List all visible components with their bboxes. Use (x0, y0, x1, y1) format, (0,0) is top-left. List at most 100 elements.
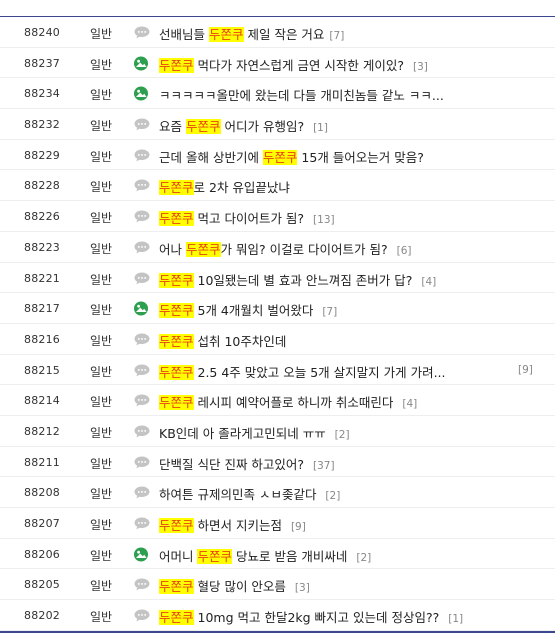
post-number: 88226 (24, 210, 60, 224)
list-item[interactable]: 88232 일반 요즘 두쫀쿠 어디가 유행임? [1] (0, 109, 555, 140)
comment-count[interactable]: [13] (313, 214, 335, 226)
post-title-link[interactable]: 근데 올해 상반기에 두쫀쿠 15개 들어오는거 맞음? (159, 147, 424, 166)
title-suffix: 혈당 많이 안오름 (193, 579, 290, 595)
list-item[interactable]: 88207 일반 두쫀쿠 하면서 지키는점 [9] (0, 508, 555, 539)
post-title-link[interactable]: 두쫀쿠 먹다가 자연스럽게 금연 시작한 게이있? [3] (159, 55, 428, 74)
title-prefix: 근데 올해 상반기에 (159, 149, 263, 165)
comment-count[interactable]: [3] (413, 61, 428, 73)
post-title-link[interactable]: 하여튼 규제의민족 ㅅㅂ좆같다 [2] (159, 484, 340, 503)
post-title-link[interactable]: 선배님들 두쫀쿠 제일 작은 거요 [7] (159, 24, 344, 43)
title-suffix: 2.5 4주 맞았고 오늘 5개 살지말지 가게 가려... (193, 364, 446, 380)
search-highlight: 두쫀쿠 (159, 579, 194, 595)
comment-count[interactable]: [37] (313, 460, 335, 472)
list-item[interactable]: 88208 일반 하여튼 규제의민족 ㅅㅂ좆같다 [2] (0, 477, 555, 508)
comment-count[interactable]: [2] (335, 429, 350, 441)
post-title-link[interactable]: 두쫀쿠 2.5 4주 맞았고 오늘 5개 살지말지 가게 가려... (159, 362, 446, 381)
comment-count[interactable]: [2] (356, 552, 371, 564)
list-item[interactable]: 88237 일반 두쫀쿠 먹다가 자연스럽게 금연 시작한 게이있? [3] (0, 48, 555, 79)
image-icon (133, 301, 151, 316)
title-prefix: 어머니 (159, 548, 198, 564)
post-title-link[interactable]: 어나 두쫀쿠가 뭐임? 이걸로 다이어트가 됨? [6] (159, 239, 412, 258)
comment-count[interactable]: [1] (313, 122, 328, 134)
list-item[interactable]: 88205 일반 두쫀쿠 혈당 많이 안오름 [3] (0, 569, 555, 601)
list-item[interactable]: 88226 일반 두쫀쿠 먹고 다이어트가 됨? [13] (0, 201, 555, 232)
search-highlight: 두쫀쿠 (197, 548, 232, 564)
search-highlight: 두쫀쿠 (159, 333, 194, 349)
list-item[interactable]: 88228 일반 두쫀쿠로 2차 유입끝났냐 (0, 170, 555, 202)
post-number: 88212 (24, 424, 60, 438)
comment-count[interactable]: [1] (448, 613, 463, 625)
post-number: 88202 (24, 609, 60, 623)
post-title-link[interactable]: 두쫀쿠 10mg 먹고 한달2kg 빠지고 있는데 정상임?? [1] (159, 607, 463, 626)
post-category: 일반 (90, 333, 113, 348)
speech-bubble-icon (133, 393, 151, 408)
post-number: 88229 (24, 148, 60, 162)
post-title-link[interactable]: ㅋㅋㅋㅋㅋ올만에 왔는데 다들 개미친놈들 같노 ㅋㅋ... (159, 85, 444, 104)
post-title-link[interactable]: 두쫀쿠로 2차 유입끝났냐 (159, 177, 290, 196)
post-title-link[interactable]: KB인데 아 졸라게고민되네 ㅠㅠ [2] (159, 423, 350, 442)
post-number: 88221 (24, 271, 60, 285)
comment-count[interactable]: [7] (322, 306, 337, 318)
post-number: 88208 (24, 486, 60, 500)
title-suffix: 섭취 10주차인데 (193, 333, 287, 349)
post-number: 88223 (24, 240, 60, 254)
post-category: 일반 (90, 119, 113, 134)
list-item[interactable]: 88240 일반 선배님들 두쫀쿠 제일 작은 거요 [7] (0, 17, 555, 48)
post-category: 일반 (90, 211, 113, 226)
post-title-link[interactable]: 요즘 두쫀쿠 어디가 유행임? [1] (159, 116, 328, 135)
title-suffix: 제일 작은 거요 (243, 27, 325, 42)
list-item[interactable]: 88216 일반 두쫀쿠 섭취 10주차인데 (0, 324, 555, 355)
title-prefix: 단백질 식단 진짜 하고있어? (159, 456, 309, 472)
post-title-link[interactable]: 두쫀쿠 5개 4개월치 벌어왔다 [7] (159, 300, 337, 319)
list-item[interactable]: 88234 일반 ㅋㅋㅋㅋㅋ올만에 왔는데 다들 개미친놈들 같노 ㅋㅋ... (0, 78, 555, 110)
title-suffix: 5개 4개월치 벌어왔다 (193, 303, 318, 319)
list-item[interactable]: 88206 일반 어머니 두쫀쿠 당뇨로 받음 개비싸네 [2] (0, 539, 555, 570)
post-list: 88240 일반 선배님들 두쫀쿠 제일 작은 거요 [7] 88237 일반 두쫀쿠 먹다… (0, 17, 555, 631)
speech-bubble-icon (133, 455, 151, 470)
search-highlight: 두쫀쿠 (159, 211, 194, 227)
list-item[interactable]: 88212 일반 KB인데 아 졸라게고민되네 ㅠㅠ [2] (0, 416, 555, 447)
post-title-link[interactable]: 두쫀쿠 섭취 10주차인데 (159, 331, 286, 350)
post-title-link[interactable]: 두쫀쿠 혈당 많이 안오름 [3] (159, 576, 310, 595)
post-title-link[interactable]: 두쫀쿠 레시피 예약어플로 하니까 취소때린다 [4] (159, 392, 417, 411)
post-number: 88211 (24, 455, 60, 469)
comment-count[interactable]: [7] (329, 30, 344, 42)
comment-count[interactable]: [4] (402, 398, 417, 410)
search-highlight: 두쫀쿠 (262, 149, 298, 165)
post-category: 일반 (90, 395, 113, 410)
list-item[interactable]: 88211 일반 단백질 식단 진짜 하고있어? [37] (0, 447, 555, 478)
title-suffix: 15개 들어오는거 맞음? (297, 149, 424, 165)
post-category: 일반 (90, 425, 113, 440)
speech-bubble-icon (133, 608, 151, 623)
post-title-link[interactable]: 단백질 식단 진짜 하고있어? [37] (159, 454, 335, 473)
list-item[interactable]: 88214 일반 두쫀쿠 레시피 예약어플로 하니까 취소때린다 [4] (0, 385, 555, 416)
post-number: 88206 (24, 547, 60, 561)
speech-bubble-icon (133, 577, 151, 592)
post-title-link[interactable]: 두쫀쿠 10일됐는데 별 효과 안느껴짐 존버가 답? [4] (159, 270, 436, 289)
comment-count[interactable]: [2] (325, 490, 340, 502)
post-category: 일반 (90, 518, 113, 532)
search-highlight: 두쫀쿠 (159, 303, 194, 319)
list-item[interactable]: 88229 일반 근데 올해 상반기에 두쫀쿠 15개 들어오는거 맞음? (0, 140, 555, 171)
list-item[interactable]: 88202 일반 두쫀쿠 10mg 먹고 한달2kg 빠지고 있는데 정상임?? [… (0, 600, 555, 631)
list-header (0, 0, 555, 17)
search-highlight: 두쫀쿠 (159, 364, 194, 380)
list-item[interactable]: 88215 일반 두쫀쿠 2.5 4주 맞았고 오늘 5개 살지말지 가게 가려..… (0, 355, 555, 386)
list-item[interactable]: 88221 일반 두쫀쿠 10일됐는데 별 효과 안느껴짐 존버가 답? [4] (0, 263, 555, 294)
list-item[interactable]: 88217 일반 두쫀쿠 5개 4개월치 벌어왔다 [7] (0, 293, 555, 324)
list-item[interactable]: 88223 일반 어나 두쫀쿠가 뭐임? 이걸로 다이어트가 됨? [6] (0, 232, 555, 263)
comment-count[interactable]: [6] (397, 245, 412, 257)
post-category: 일반 (90, 57, 113, 72)
post-title-link[interactable]: 어머니 두쫀쿠 당뇨로 받음 개비싸네 [2] (159, 546, 371, 565)
title-suffix: 레시피 예약어플로 하니까 취소때린다 (193, 395, 398, 411)
comment-count[interactable]: [4] (421, 276, 436, 288)
post-title-link[interactable]: 두쫀쿠 먹고 다이어트가 됨? [13] (159, 208, 335, 227)
title-suffix: 먹다가 자연스럽게 금연 시작한 게이있? (193, 57, 408, 73)
post-title-link[interactable]: 두쫀쿠 하면서 지키는점 [9] (159, 515, 306, 534)
comment-count[interactable]: [9] (291, 521, 306, 533)
comment-count[interactable]: [3] (295, 582, 310, 594)
comment-count[interactable]: [9] (518, 364, 533, 376)
post-number: 88214 (24, 394, 60, 408)
post-number: 88207 (24, 517, 60, 530)
post-category: 일반 (90, 548, 113, 563)
